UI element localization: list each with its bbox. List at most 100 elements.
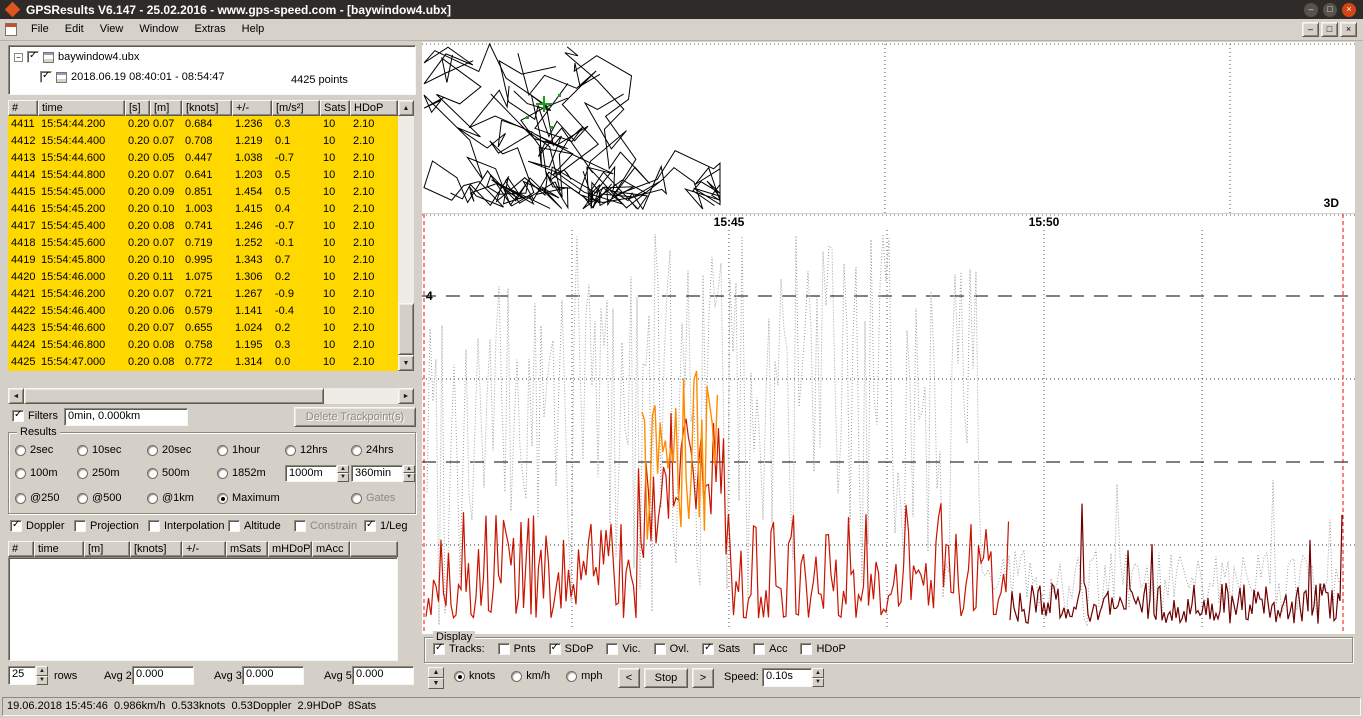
- spin-up-icon[interactable]: ▲: [403, 465, 415, 474]
- column-header-s[interactable]: [s]: [125, 100, 150, 116]
- scroll-up-icon[interactable]: ▲: [398, 100, 414, 116]
- table-row[interactable]: 441515:54:45.0000.2000.090.8511.4540.510…: [8, 184, 398, 201]
- speed-chart[interactable]: 15:4515:504: [422, 214, 1355, 634]
- scrollbar-thumb[interactable]: [24, 388, 324, 404]
- checkbox-1-leg[interactable]: 1/Leg: [364, 520, 416, 532]
- checkbox-altitude[interactable]: Altitude: [228, 520, 294, 532]
- close-icon[interactable]: ×: [1342, 3, 1356, 17]
- menu-edit[interactable]: Edit: [57, 19, 92, 40]
- table-row[interactable]: 441415:54:44.8000.2000.070.6411.2030.510…: [8, 167, 398, 184]
- zoom-spinner[interactable]: ▲ ▼: [428, 667, 444, 689]
- radio-20sec[interactable]: 20sec: [147, 444, 217, 456]
- tree-root-checkbox[interactable]: [27, 51, 39, 63]
- column-header-msats[interactable]: mSats: [226, 541, 268, 557]
- column-header-time[interactable]: time: [34, 541, 84, 557]
- menu-view[interactable]: View: [92, 19, 132, 40]
- step-back-button[interactable]: <: [618, 668, 640, 688]
- checkbox-interpolation[interactable]: Interpolation: [148, 520, 228, 532]
- spin-up-icon[interactable]: ▲: [337, 465, 349, 474]
- radio-24hrs[interactable]: 24hrs: [351, 444, 411, 456]
- tree-session-item[interactable]: 2018.06.19 08:40:01 - 08:54:47: [40, 71, 225, 83]
- checkbox-vic[interactable]: Vic.: [606, 643, 640, 655]
- tree-session-checkbox[interactable]: [40, 71, 52, 83]
- checkbox-pnts[interactable]: Pnts: [498, 643, 536, 655]
- radio-500m[interactable]: 500m: [147, 467, 217, 479]
- radio-km-h[interactable]: km/h: [511, 670, 550, 682]
- tree-root-label[interactable]: baywindow4.ubx: [58, 51, 139, 63]
- collapse-icon[interactable]: −: [14, 53, 23, 62]
- step-forward-button[interactable]: >: [692, 668, 714, 688]
- spinner[interactable]: ▲▼: [403, 465, 415, 482]
- maximize-icon[interactable]: □: [1323, 3, 1337, 17]
- vertical-scrollbar[interactable]: ▲ ▼: [398, 100, 414, 371]
- horizontal-scrollbar[interactable]: ◄ ►: [8, 388, 414, 404]
- checkbox-doppler[interactable]: Doppler: [10, 520, 74, 532]
- filters-input[interactable]: 0min, 0.000km: [64, 408, 188, 426]
- column-header-m[interactable]: [m]: [84, 541, 130, 557]
- avg3-value[interactable]: 0.000: [242, 666, 304, 685]
- spinner[interactable]: ▲▼: [337, 465, 349, 482]
- checkbox-hdop[interactable]: HDoP: [800, 643, 845, 655]
- table-row[interactable]: 441815:54:45.6000.2000.070.7191.252-0.11…: [8, 235, 398, 252]
- spin-up-icon[interactable]: ▲: [428, 667, 444, 678]
- table-row[interactable]: 442415:54:46.8000.2000.080.7581.1950.310…: [8, 337, 398, 354]
- checkbox-ovl[interactable]: Ovl.: [654, 643, 690, 655]
- scroll-down-icon[interactable]: ▼: [398, 355, 414, 371]
- checkbox-sats[interactable]: Sats: [702, 643, 740, 655]
- spin-up-icon[interactable]: ▲: [812, 668, 824, 678]
- column-header-col[interactable]: #: [8, 541, 34, 557]
- radio-250m[interactable]: 250m: [77, 467, 147, 479]
- minimize-icon[interactable]: –: [1304, 3, 1318, 17]
- checkbox-sdop[interactable]: SDoP: [549, 643, 594, 655]
- column-header-macc[interactable]: mAcc: [312, 541, 350, 557]
- table-row[interactable]: 442115:54:46.2000.2000.070.7211.267-0.91…: [8, 286, 398, 303]
- table-row[interactable]: 442315:54:46.6000.2000.070.6551.0240.210…: [8, 320, 398, 337]
- menu-extras[interactable]: Extras: [186, 19, 233, 40]
- track-map[interactable]: 3D: [422, 42, 1355, 213]
- column-header-m-s[interactable]: [m/s²]: [272, 100, 320, 116]
- input-value[interactable]: 1000m: [285, 465, 337, 482]
- mdi-minimize-icon[interactable]: –: [1302, 22, 1319, 37]
- menu-help[interactable]: Help: [234, 19, 273, 40]
- results-input-1000m[interactable]: 1000m▲▼: [285, 465, 351, 482]
- input-value[interactable]: 360min: [351, 465, 403, 482]
- filters-checkbox[interactable]: Filters: [12, 410, 58, 422]
- table-row[interactable]: 442515:54:47.0000.2000.080.7721.3140.010…: [8, 354, 398, 371]
- table-row[interactable]: 441615:54:45.2000.2000.101.0031.4150.410…: [8, 201, 398, 218]
- view-3d-label[interactable]: 3D: [1324, 196, 1339, 210]
- radio-100m[interactable]: 100m: [15, 467, 77, 479]
- results-table-body[interactable]: [8, 557, 398, 661]
- column-header-col[interactable]: +/-: [182, 541, 226, 557]
- column-header-hdop[interactable]: HDoP: [350, 100, 398, 116]
- column-header-m[interactable]: [m]: [150, 100, 182, 116]
- radio-1km[interactable]: @1km: [147, 492, 217, 504]
- spin-down-icon[interactable]: ▼: [812, 678, 824, 688]
- spin-up-icon[interactable]: ▲: [36, 666, 48, 676]
- menu-file[interactable]: File: [23, 19, 57, 40]
- tree-session-label[interactable]: 2018.06.19 08:40:01 - 08:54:47: [71, 71, 225, 83]
- table-row[interactable]: 441115:54:44.2000.2000.070.6841.2360.310…: [8, 116, 398, 133]
- checkbox-projection[interactable]: Projection: [74, 520, 148, 532]
- spin-down-icon[interactable]: ▼: [428, 678, 444, 689]
- radio-12hrs[interactable]: 12hrs: [285, 444, 351, 456]
- radio-maximum[interactable]: Maximum: [217, 492, 285, 504]
- radio-2sec[interactable]: 2sec: [15, 444, 77, 456]
- column-header-knots[interactable]: [knots]: [182, 100, 232, 116]
- table-row[interactable]: 441315:54:44.6000.2000.050.4471.038-0.71…: [8, 150, 398, 167]
- tree-root-item[interactable]: − baywindow4.ubx: [14, 51, 139, 63]
- radio-500[interactable]: @500: [77, 492, 147, 504]
- avg5-value[interactable]: 0.000: [352, 666, 414, 685]
- radio-10sec[interactable]: 10sec: [77, 444, 147, 456]
- table-row[interactable]: 441915:54:45.8000.2000.100.9951.3430.710…: [8, 252, 398, 269]
- mdi-close-icon[interactable]: ×: [1340, 22, 1357, 37]
- spin-down-icon[interactable]: ▼: [403, 473, 415, 482]
- column-header-time[interactable]: time: [38, 100, 125, 116]
- table-row[interactable]: 442215:54:46.4000.2000.060.5791.141-0.41…: [8, 303, 398, 320]
- avg2-value[interactable]: 0.000: [132, 666, 194, 685]
- menu-window[interactable]: Window: [131, 19, 186, 40]
- column-header-col[interactable]: #: [8, 100, 38, 116]
- radio-knots[interactable]: knots: [454, 670, 495, 682]
- speed-spinner[interactable]: ▲ ▼: [812, 668, 824, 687]
- spin-down-icon[interactable]: ▼: [36, 676, 48, 686]
- radio-250[interactable]: @250: [15, 492, 77, 504]
